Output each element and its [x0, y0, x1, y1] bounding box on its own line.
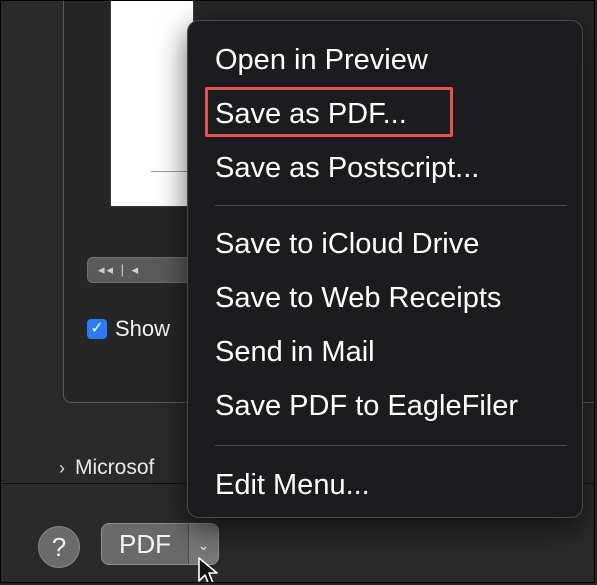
microsoft-disclosure-label: Microsof [75, 456, 155, 479]
menu-separator [215, 445, 567, 446]
menu-item-save-pdf-to-eaglefiler[interactable]: Save PDF to EagleFiler [215, 388, 518, 424]
menu-item-send-in-mail[interactable]: Send in Mail [215, 334, 375, 370]
highlight-annotation-box [205, 87, 453, 137]
show-checkbox-row[interactable]: ✓ Show [87, 316, 171, 341]
menu-item-save-as-postscript[interactable]: Save as Postscript... [215, 150, 479, 186]
page-navigation-control[interactable]: ◂◂ | ◂ [87, 257, 197, 283]
menu-separator [215, 205, 567, 206]
pdf-button-label[interactable]: PDF [102, 524, 188, 564]
menu-item-open-in-preview[interactable]: Open in Preview [215, 42, 428, 78]
help-button[interactable]: ? [38, 526, 80, 568]
microsoft-disclosure[interactable]: › Microsof [59, 456, 154, 480]
menu-item-edit-menu[interactable]: Edit Menu... [215, 467, 370, 503]
show-checkbox-label: Show [115, 316, 171, 341]
show-checkbox[interactable]: ✓ [87, 319, 107, 339]
print-dialog: ◂◂ | ◂ ✓ Show › Microsof ? PDF ⌄ Open in… [0, 0, 595, 583]
menu-item-save-to-icloud-drive[interactable]: Save to iCloud Drive [215, 226, 479, 262]
menu-item-save-to-web-receipts[interactable]: Save to Web Receipts [215, 280, 501, 316]
chevron-right-icon: › [59, 457, 65, 478]
page-preview [111, 1, 193, 206]
mouse-cursor-icon [198, 557, 218, 582]
